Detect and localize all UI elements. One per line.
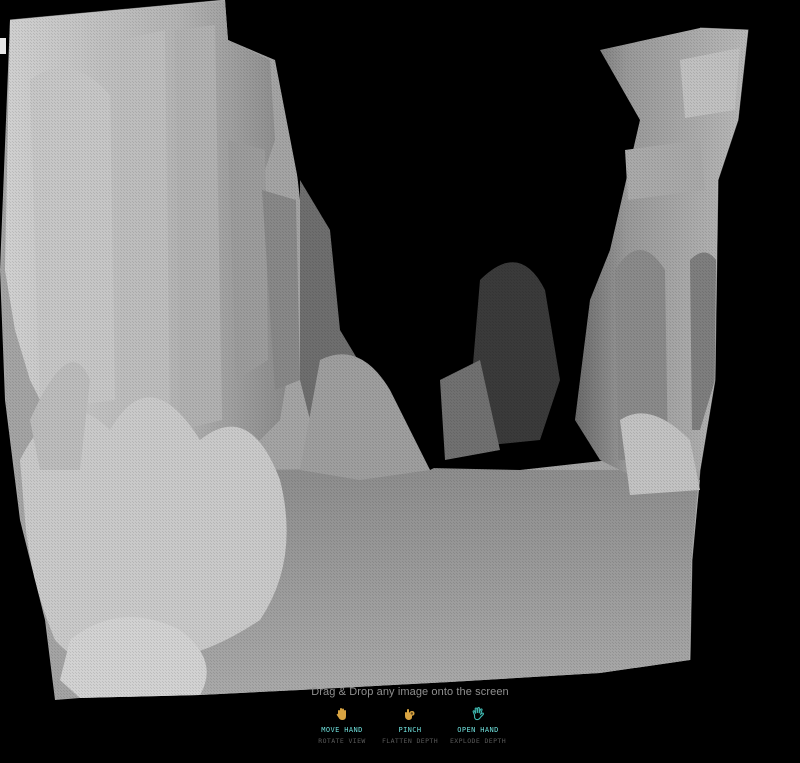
depth-viewer-stage[interactable]: Drag & Drop any image onto the screen MO… [0, 0, 800, 763]
hint-overlay: Drag & Drop any image onto the screen MO… [300, 686, 520, 745]
gesture-title: PINCH [398, 726, 422, 734]
gesture-legend: MOVE HAND ROTATE VIEW PINCH FLATTEN DEPT… [300, 706, 520, 745]
drop-hint-text: Drag & Drop any image onto the screen [311, 686, 509, 698]
gesture-pinch: PINCH FLATTEN DEPTH [376, 706, 444, 745]
gesture-subtitle: EXPLODE DEPTH [449, 737, 507, 745]
open-hand-icon [472, 707, 485, 721]
depth-mesh-canvas[interactable] [0, 0, 800, 763]
move-hand-icon [336, 708, 346, 720]
pinch-hand-icon [405, 709, 415, 720]
gesture-open-hand: OPEN HAND EXPLODE DEPTH [444, 706, 512, 745]
depth-scene [0, 0, 749, 701]
gesture-title: OPEN HAND [457, 726, 499, 734]
gesture-move-hand: MOVE HAND ROTATE VIEW [308, 706, 376, 745]
gesture-subtitle: ROTATE VIEW [318, 737, 366, 745]
gesture-title: MOVE HAND [321, 726, 363, 734]
gesture-subtitle: FLATTEN DEPTH [381, 737, 439, 745]
